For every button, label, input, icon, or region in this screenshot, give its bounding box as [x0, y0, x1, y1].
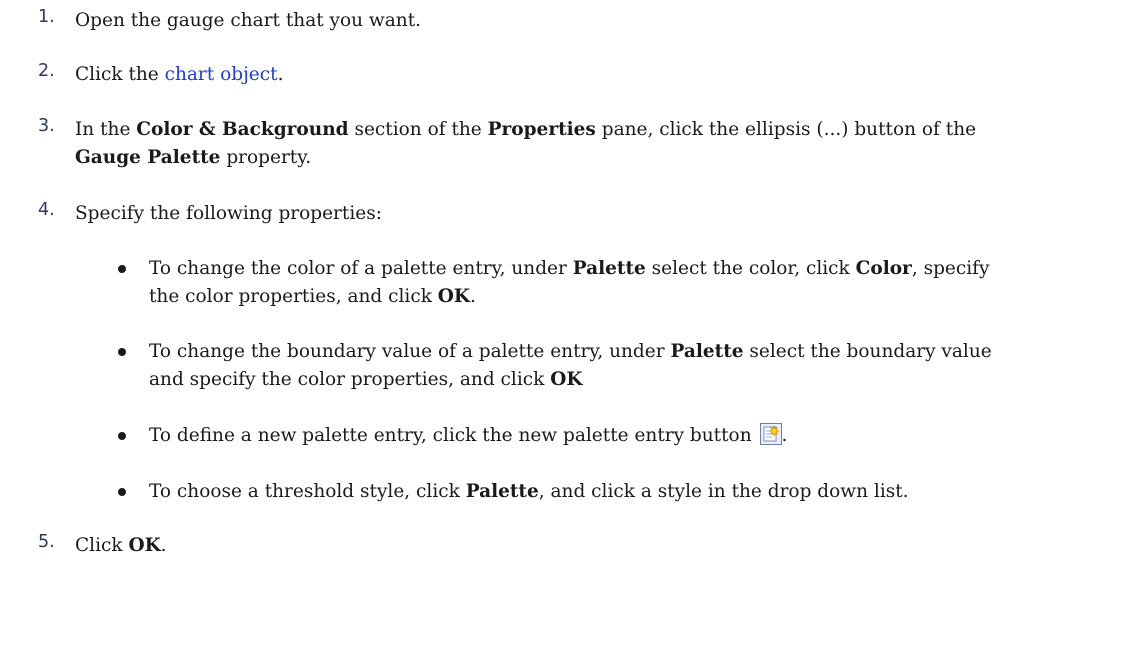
- bullet-text: To choose a threshold style, click Palet…: [149, 478, 1099, 506]
- ui-term: Color & Background: [136, 119, 349, 140]
- text-run: select the boundary value: [743, 341, 992, 362]
- chart-object-link[interactable]: chart object: [165, 64, 278, 85]
- bullet-dot: [118, 265, 126, 273]
- step-text: Click the chart object.: [75, 61, 1099, 89]
- step-number: 4.: [38, 200, 55, 220]
- step-1-text: Open the gauge chart that you want.: [75, 10, 422, 31]
- text-run: To change the color of a palette entry, …: [149, 258, 573, 279]
- step-text: In the Color & Background section of the…: [75, 116, 1099, 172]
- bullet-dot: [118, 488, 126, 496]
- step-text: Open the gauge chart that you want.: [75, 7, 1099, 35]
- instructions-document: 1. Open the gauge chart that you want. 2…: [0, 0, 1139, 651]
- ui-term: Properties: [487, 119, 596, 140]
- step-2-text: Click the: [75, 64, 165, 85]
- step-number: 2.: [38, 61, 55, 81]
- ui-term: OK: [128, 535, 161, 556]
- ui-term: Palette: [670, 341, 744, 362]
- ui-term: Gauge Palette: [75, 147, 221, 168]
- step-2-period: .: [277, 64, 284, 85]
- text-run: pane, click the ellipsis (...) button of…: [595, 119, 977, 140]
- step-number: 5.: [38, 532, 55, 552]
- text-run: , and click a style in the drop down lis…: [538, 481, 909, 502]
- text-run: section of the: [348, 119, 488, 140]
- step-number: 3.: [38, 116, 55, 136]
- text-run: .: [160, 535, 167, 556]
- text-run: .: [470, 286, 476, 307]
- step-text: Specify the following properties:: [75, 200, 1099, 228]
- ui-term: Color: [855, 258, 912, 279]
- ui-term: Palette: [572, 258, 646, 279]
- text-run: Click: [75, 535, 129, 556]
- step-number: 1.: [38, 7, 55, 27]
- ui-term: OK: [550, 369, 583, 390]
- text-run: select the color, click: [645, 258, 856, 279]
- ui-term: OK: [437, 286, 470, 307]
- text-run: , specify: [911, 258, 990, 279]
- text-run: .: [781, 425, 788, 446]
- text-run: and specify the color properties, and cl…: [149, 369, 551, 390]
- bullet-text: To define a new palette entry, click the…: [149, 422, 1099, 450]
- text-run: property.: [220, 147, 312, 168]
- text-run: To define a new palette entry, click the…: [149, 425, 758, 446]
- step-text: Click OK.: [75, 532, 1099, 560]
- bullet-dot: [118, 348, 126, 356]
- new-palette-entry-icon[interactable]: [759, 423, 782, 445]
- text-run: In the: [75, 119, 137, 140]
- ui-term: Palette: [465, 481, 539, 502]
- bullet-text: To change the boundary value of a palett…: [149, 338, 1099, 394]
- text-run: the color properties, and click: [149, 286, 438, 307]
- step-4-text: Specify the following properties:: [75, 203, 382, 224]
- text-run: To choose a threshold style, click: [149, 481, 466, 502]
- bullet-text: To change the color of a palette entry, …: [149, 255, 1099, 311]
- text-run: To change the boundary value of a palett…: [149, 341, 671, 362]
- bullet-dot: [118, 432, 126, 440]
